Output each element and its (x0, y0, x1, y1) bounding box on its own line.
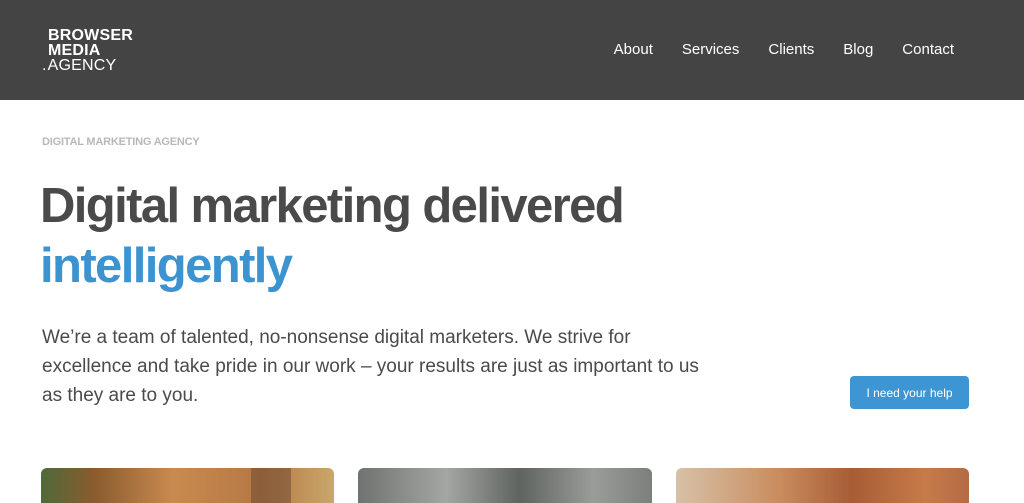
nav-link-blog[interactable]: Blog (843, 41, 873, 58)
nav-link-about[interactable]: About (614, 41, 653, 58)
logo-line-1: BROWSER (48, 27, 133, 44)
hero-headline-accent: intelligently (40, 239, 293, 293)
nav-link-services[interactable]: Services (682, 41, 740, 58)
hero-eyebrow: DIGITAL MARKETING AGENCY (42, 136, 200, 148)
logo-agency-text: AGENCY (47, 57, 117, 74)
main-nav: About Services Clients Blog Contact (585, 41, 954, 58)
feature-card-image-1[interactable] (41, 468, 334, 503)
feature-card-image-3[interactable] (676, 468, 969, 503)
hero-intro: We’re a team of talented, no-nonsense di… (42, 327, 699, 406)
site-header: BROWSER MEDIA .AGENCY About Services Cli… (0, 0, 1024, 100)
nav-link-clients[interactable]: Clients (768, 41, 814, 58)
logo-dot: . (42, 57, 47, 74)
feature-card-image-2[interactable] (358, 468, 652, 503)
nav-link-contact[interactable]: Contact (902, 41, 954, 58)
hero-headline: Digital marketing delivered intelligentl… (40, 176, 625, 296)
logo-line-2: MEDIA (48, 42, 101, 59)
logo-line-3: .AGENCY (42, 57, 133, 74)
hero-headline-main: Digital marketing delivered (40, 179, 625, 233)
browser-media-logo[interactable]: BROWSER MEDIA .AGENCY (42, 27, 133, 74)
need-help-button[interactable]: I need your help (850, 376, 969, 409)
